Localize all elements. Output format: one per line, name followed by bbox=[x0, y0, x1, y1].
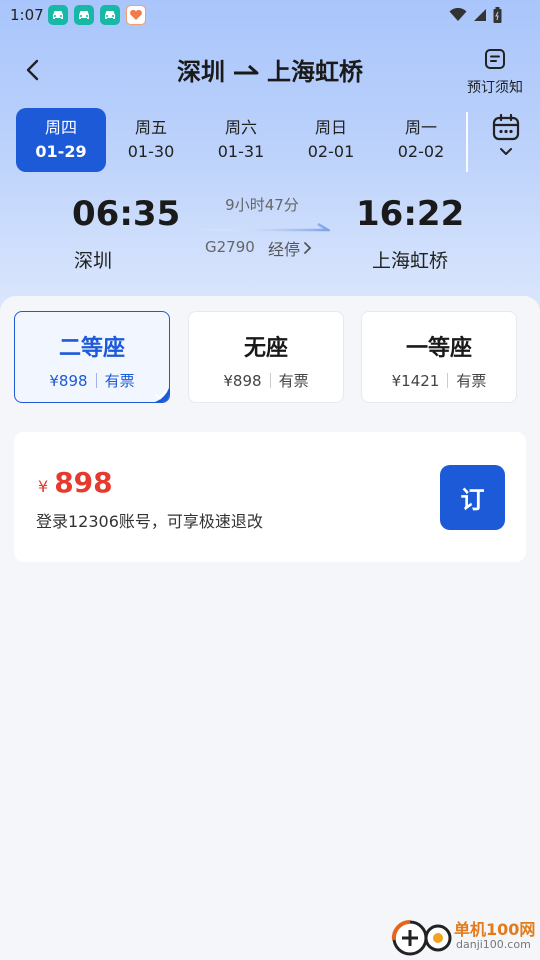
stops-label: 经停 bbox=[268, 240, 301, 259]
date-tab-01-29[interactable]: 周四 01-29 bbox=[16, 108, 106, 172]
date-tabs: 周四 01-29 周五 01-30 周六 01-31 周日 02-01 周一 0… bbox=[16, 108, 466, 174]
booking-card: ¥ 898 登录12306账号，可享极速退改 订 bbox=[14, 432, 526, 562]
car-app-icon bbox=[48, 5, 68, 25]
date-tab-divider bbox=[466, 112, 468, 172]
title-destination: 上海虹桥 bbox=[267, 58, 363, 86]
booking-note: 登录12306账号，可享极速退改 bbox=[36, 512, 263, 531]
site-watermark: 单机100网 danji100.com bbox=[388, 914, 538, 958]
watermark-url: danji100.com bbox=[456, 938, 531, 951]
stops-button[interactable]: 经停 bbox=[268, 236, 312, 260]
watermark-name: 单机100网 bbox=[454, 920, 536, 939]
date-tab-date: 01-30 bbox=[127, 142, 175, 161]
date-tab-date: 02-02 bbox=[397, 142, 445, 161]
book-button[interactable]: 订 bbox=[440, 465, 505, 530]
title-origin: 深圳 bbox=[177, 58, 225, 86]
departure-station: 深圳 bbox=[74, 250, 113, 272]
seat-option-first-class[interactable]: 一等座 ¥1421 有票 bbox=[361, 311, 517, 403]
date-tab-weekday: 周一 bbox=[404, 118, 437, 137]
date-tab-date: 02-01 bbox=[307, 142, 355, 161]
notice-label: 预订须知 bbox=[467, 80, 523, 96]
date-tab-02-02[interactable]: 周一 02-02 bbox=[376, 108, 466, 172]
seat-price: ¥898 bbox=[223, 371, 262, 390]
booking-price: ¥ 898 bbox=[38, 466, 113, 499]
status-indicators bbox=[449, 7, 502, 23]
one-way-arrow-icon bbox=[234, 64, 259, 74]
calendar-icon bbox=[492, 113, 520, 141]
seat-option-standing[interactable]: 无座 ¥898 有票 bbox=[188, 311, 344, 403]
arrival-time: 16:22 bbox=[356, 194, 465, 234]
date-tab-weekday: 周六 bbox=[224, 118, 257, 137]
wifi-icon bbox=[449, 8, 467, 21]
car-app-icon bbox=[74, 5, 94, 25]
seat-divider bbox=[447, 373, 449, 388]
seat-option-second-class[interactable]: 二等座 ¥898 有票 bbox=[14, 311, 170, 403]
notice-document-icon bbox=[485, 49, 505, 69]
status-time: 1:07 bbox=[10, 6, 44, 24]
seat-divider bbox=[269, 373, 271, 388]
battery-icon bbox=[493, 7, 502, 23]
trip-duration: 9小时47分 bbox=[225, 196, 299, 214]
calendar-button[interactable] bbox=[484, 112, 528, 170]
seat-divider bbox=[95, 373, 97, 388]
date-tab-date: 01-29 bbox=[35, 142, 87, 161]
seat-name: 一等座 bbox=[405, 336, 472, 361]
car-app-icon bbox=[100, 5, 120, 25]
seat-name: 无座 bbox=[243, 336, 288, 361]
departure-time: 06:35 bbox=[72, 194, 181, 234]
status-bar: 1:07 bbox=[0, 0, 540, 32]
arrival-station: 上海虹桥 bbox=[372, 250, 449, 272]
chevron-down-icon bbox=[500, 148, 512, 155]
seat-name: 二等座 bbox=[58, 336, 125, 361]
status-app-icons bbox=[48, 5, 146, 25]
selected-check-icon bbox=[154, 387, 169, 402]
seat-status: 有票 bbox=[104, 372, 135, 390]
signal-icon bbox=[474, 9, 486, 21]
page-title: 深圳 上海虹桥 bbox=[0, 52, 540, 87]
seat-status: 有票 bbox=[456, 372, 487, 390]
date-tab-02-01[interactable]: 周日 02-01 bbox=[286, 108, 376, 172]
date-tab-01-30[interactable]: 周五 01-30 bbox=[106, 108, 196, 172]
date-tab-weekday: 周日 bbox=[314, 118, 347, 137]
trip-arrow-icon bbox=[196, 222, 330, 232]
price-currency: ¥ bbox=[38, 477, 49, 496]
date-tab-weekday: 周四 bbox=[44, 118, 77, 137]
seat-price: ¥898 bbox=[49, 371, 88, 390]
seat-price: ¥1421 bbox=[391, 371, 440, 390]
date-tab-01-31[interactable]: 周六 01-31 bbox=[196, 108, 286, 172]
heart-app-icon bbox=[126, 5, 146, 25]
chevron-right-icon bbox=[304, 242, 312, 254]
booking-notice-button[interactable]: 预订须知 bbox=[462, 48, 528, 97]
date-tab-weekday: 周五 bbox=[134, 118, 167, 137]
seat-status: 有票 bbox=[278, 372, 309, 390]
train-number: G2790 bbox=[205, 238, 255, 256]
price-value: 898 bbox=[54, 466, 113, 499]
watermark-logo-icon bbox=[391, 919, 452, 956]
date-tab-date: 01-31 bbox=[217, 142, 265, 161]
